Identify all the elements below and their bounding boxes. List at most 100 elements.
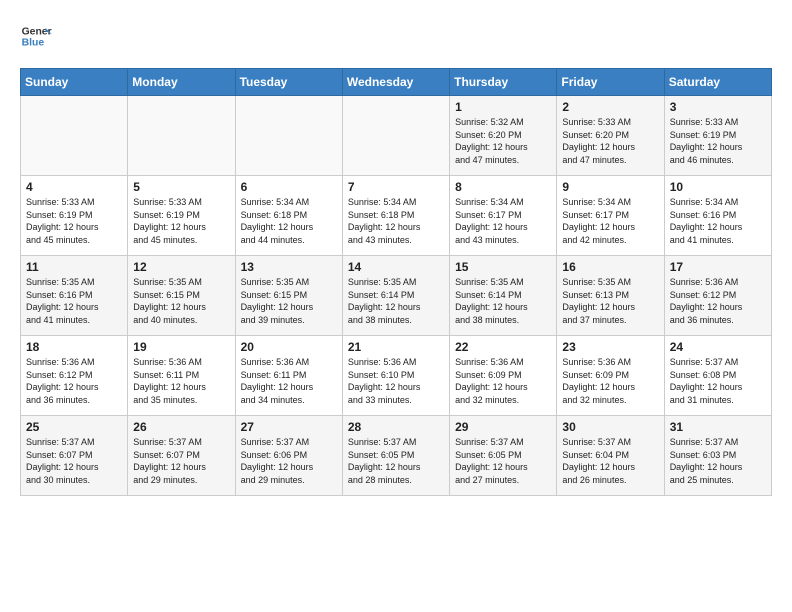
calendar-cell: 26 Sunrise: 5:37 AM Sunset: 6:07 PM Dayli…: [128, 416, 235, 496]
svg-text:Blue: Blue: [22, 38, 45, 49]
day-info: Sunrise: 5:35 AM Sunset: 6:16 PM Dayligh…: [26, 276, 122, 326]
day-info: Sunrise: 5:35 AM Sunset: 6:14 PM Dayligh…: [455, 276, 551, 326]
day-number: 30: [562, 420, 658, 434]
day-number: 8: [455, 180, 551, 194]
day-info: Sunrise: 5:36 AM Sunset: 6:09 PM Dayligh…: [455, 356, 551, 406]
day-info: Sunrise: 5:36 AM Sunset: 6:09 PM Dayligh…: [562, 356, 658, 406]
day-info: Sunrise: 5:37 AM Sunset: 6:05 PM Dayligh…: [455, 436, 551, 486]
day-info: Sunrise: 5:34 AM Sunset: 6:17 PM Dayligh…: [455, 196, 551, 246]
calendar-cell: 16 Sunrise: 5:35 AM Sunset: 6:13 PM Dayli…: [557, 256, 664, 336]
day-number: 9: [562, 180, 658, 194]
day-number: 29: [455, 420, 551, 434]
day-number: 23: [562, 340, 658, 354]
day-number: 2: [562, 100, 658, 114]
calendar-cell: 3 Sunrise: 5:33 AM Sunset: 6:19 PM Daylig…: [664, 96, 771, 176]
weekday-header-cell: Monday: [128, 69, 235, 96]
calendar-body: 1Sunrise: 5:32 AM Sunset: 6:20 PM Daylig…: [21, 96, 772, 496]
day-number: 4: [26, 180, 122, 194]
day-info: Sunrise: 5:37 AM Sunset: 6:05 PM Dayligh…: [348, 436, 444, 486]
weekday-header-row: SundayMondayTuesdayWednesdayThursdayFrid…: [21, 69, 772, 96]
day-info: Sunrise: 5:35 AM Sunset: 6:15 PM Dayligh…: [241, 276, 337, 326]
calendar-cell: 28 Sunrise: 5:37 AM Sunset: 6:05 PM Dayli…: [342, 416, 449, 496]
day-info: Sunrise: 5:32 AM Sunset: 6:20 PM Dayligh…: [455, 116, 551, 166]
day-number: 7: [348, 180, 444, 194]
calendar-cell: 11 Sunrise: 5:35 AM Sunset: 6:16 PM Dayli…: [21, 256, 128, 336]
weekday-header-cell: Tuesday: [235, 69, 342, 96]
calendar-week-row: 11 Sunrise: 5:35 AM Sunset: 6:16 PM Dayli…: [21, 256, 772, 336]
day-number: 19: [133, 340, 229, 354]
calendar-cell: 20Sunrise: 5:36 AM Sunset: 6:11 PM Dayli…: [235, 336, 342, 416]
weekday-header-cell: Friday: [557, 69, 664, 96]
day-number: 17: [670, 260, 766, 274]
day-number: 10: [670, 180, 766, 194]
calendar-week-row: 4 Sunrise: 5:33 AM Sunset: 6:19 PM Daylig…: [21, 176, 772, 256]
calendar-week-row: 18 Sunrise: 5:36 AM Sunset: 6:12 PM Dayli…: [21, 336, 772, 416]
day-number: 27: [241, 420, 337, 434]
calendar-cell: 31 Sunrise: 5:37 AM Sunset: 6:03 PM Dayli…: [664, 416, 771, 496]
calendar-table: SundayMondayTuesdayWednesdayThursdayFrid…: [20, 68, 772, 496]
day-number: 18: [26, 340, 122, 354]
day-number: 12: [133, 260, 229, 274]
day-number: 5: [133, 180, 229, 194]
day-info: Sunrise: 5:33 AM Sunset: 6:19 PM Dayligh…: [133, 196, 229, 246]
weekday-header-cell: Thursday: [450, 69, 557, 96]
day-info: Sunrise: 5:34 AM Sunset: 6:16 PM Dayligh…: [670, 196, 766, 246]
day-info: Sunrise: 5:37 AM Sunset: 6:03 PM Dayligh…: [670, 436, 766, 486]
calendar-week-row: 1Sunrise: 5:32 AM Sunset: 6:20 PM Daylig…: [21, 96, 772, 176]
logo-icon: General Blue: [20, 20, 52, 52]
weekday-header-cell: Sunday: [21, 69, 128, 96]
day-info: Sunrise: 5:37 AM Sunset: 6:08 PM Dayligh…: [670, 356, 766, 406]
calendar-cell: [235, 96, 342, 176]
day-number: 15: [455, 260, 551, 274]
calendar-cell: 17 Sunrise: 5:36 AM Sunset: 6:12 PM Dayli…: [664, 256, 771, 336]
calendar-cell: 15 Sunrise: 5:35 AM Sunset: 6:14 PM Dayli…: [450, 256, 557, 336]
calendar-cell: 23 Sunrise: 5:36 AM Sunset: 6:09 PM Dayli…: [557, 336, 664, 416]
day-info: Sunrise: 5:36 AM Sunset: 6:11 PM Dayligh…: [133, 356, 229, 406]
day-number: 21: [348, 340, 444, 354]
day-info: Sunrise: 5:33 AM Sunset: 6:19 PM Dayligh…: [26, 196, 122, 246]
day-number: 11: [26, 260, 122, 274]
calendar-cell: 29 Sunrise: 5:37 AM Sunset: 6:05 PM Dayli…: [450, 416, 557, 496]
day-info: Sunrise: 5:34 AM Sunset: 6:18 PM Dayligh…: [348, 196, 444, 246]
day-number: 25: [26, 420, 122, 434]
calendar-cell: 18 Sunrise: 5:36 AM Sunset: 6:12 PM Dayli…: [21, 336, 128, 416]
day-info: Sunrise: 5:37 AM Sunset: 6:07 PM Dayligh…: [133, 436, 229, 486]
day-number: 16: [562, 260, 658, 274]
calendar-cell: 12 Sunrise: 5:35 AM Sunset: 6:15 PM Dayli…: [128, 256, 235, 336]
logo: General Blue: [20, 20, 52, 52]
calendar-cell: 24 Sunrise: 5:37 AM Sunset: 6:08 PM Dayli…: [664, 336, 771, 416]
day-info: Sunrise: 5:33 AM Sunset: 6:19 PM Dayligh…: [670, 116, 766, 166]
calendar-cell: [342, 96, 449, 176]
day-info: Sunrise: 5:35 AM Sunset: 6:13 PM Dayligh…: [562, 276, 658, 326]
day-info: Sunrise: 5:36 AM Sunset: 6:10 PM Dayligh…: [348, 356, 444, 406]
day-info: Sunrise: 5:37 AM Sunset: 6:04 PM Dayligh…: [562, 436, 658, 486]
day-info: Sunrise: 5:35 AM Sunset: 6:15 PM Dayligh…: [133, 276, 229, 326]
calendar-cell: 13Sunrise: 5:35 AM Sunset: 6:15 PM Dayli…: [235, 256, 342, 336]
day-info: Sunrise: 5:36 AM Sunset: 6:12 PM Dayligh…: [26, 356, 122, 406]
day-info: Sunrise: 5:37 AM Sunset: 6:07 PM Dayligh…: [26, 436, 122, 486]
calendar-cell: 1Sunrise: 5:32 AM Sunset: 6:20 PM Daylig…: [450, 96, 557, 176]
calendar-cell: 7 Sunrise: 5:34 AM Sunset: 6:18 PM Daylig…: [342, 176, 449, 256]
weekday-header-cell: Wednesday: [342, 69, 449, 96]
calendar-cell: [128, 96, 235, 176]
calendar-cell: 22Sunrise: 5:36 AM Sunset: 6:09 PM Dayli…: [450, 336, 557, 416]
day-number: 31: [670, 420, 766, 434]
day-info: Sunrise: 5:36 AM Sunset: 6:12 PM Dayligh…: [670, 276, 766, 326]
weekday-header-cell: Saturday: [664, 69, 771, 96]
day-info: Sunrise: 5:34 AM Sunset: 6:17 PM Dayligh…: [562, 196, 658, 246]
day-info: Sunrise: 5:34 AM Sunset: 6:18 PM Dayligh…: [241, 196, 337, 246]
calendar-cell: [21, 96, 128, 176]
day-info: Sunrise: 5:35 AM Sunset: 6:14 PM Dayligh…: [348, 276, 444, 326]
calendar-cell: 2Sunrise: 5:33 AM Sunset: 6:20 PM Daylig…: [557, 96, 664, 176]
day-number: 24: [670, 340, 766, 354]
day-number: 26: [133, 420, 229, 434]
calendar-cell: 4 Sunrise: 5:33 AM Sunset: 6:19 PM Daylig…: [21, 176, 128, 256]
day-number: 3: [670, 100, 766, 114]
calendar-cell: 21 Sunrise: 5:36 AM Sunset: 6:10 PM Dayli…: [342, 336, 449, 416]
day-number: 14: [348, 260, 444, 274]
day-info: Sunrise: 5:36 AM Sunset: 6:11 PM Dayligh…: [241, 356, 337, 406]
page-header: General Blue: [20, 20, 772, 52]
calendar-week-row: 25 Sunrise: 5:37 AM Sunset: 6:07 PM Dayli…: [21, 416, 772, 496]
day-number: 28: [348, 420, 444, 434]
day-number: 6: [241, 180, 337, 194]
